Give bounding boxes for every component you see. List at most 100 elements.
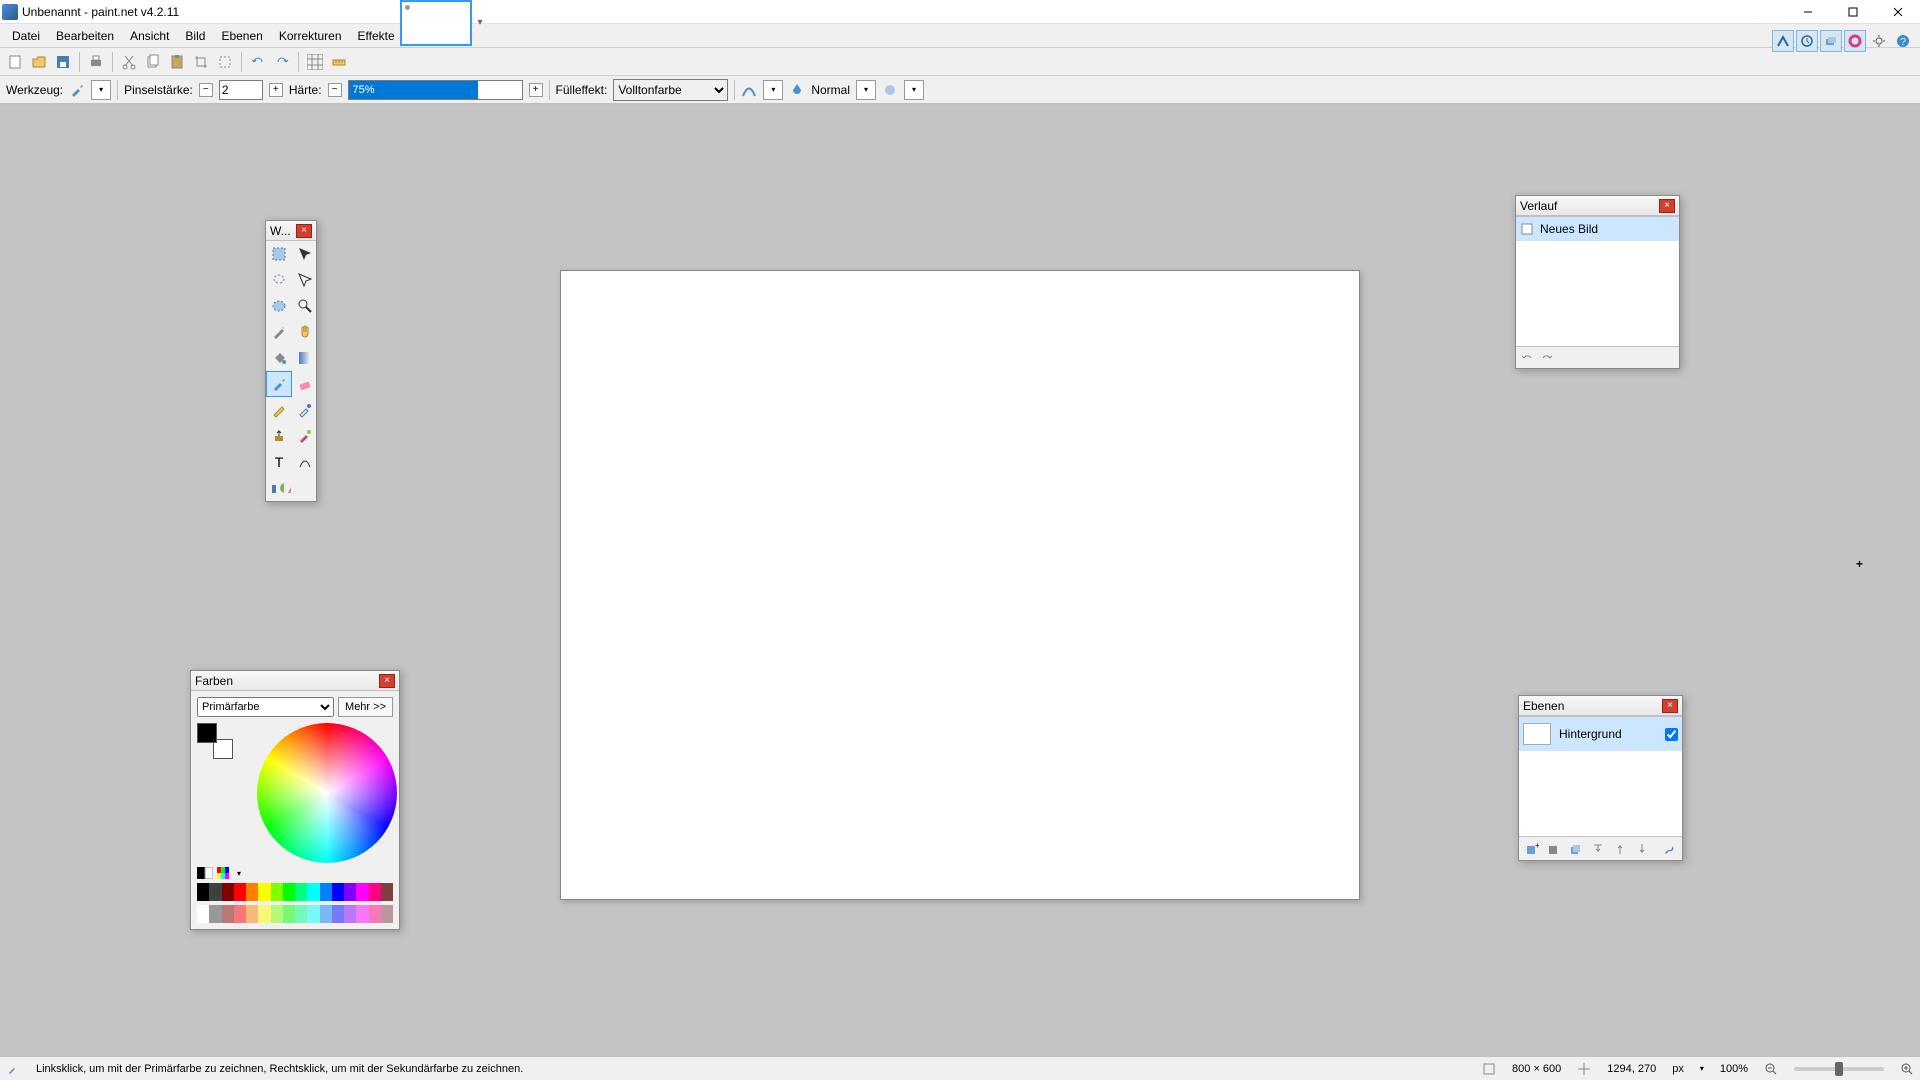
palette-color[interactable] [246, 905, 258, 923]
tool-paintbrush[interactable] [266, 371, 292, 397]
palette-color[interactable] [356, 883, 368, 901]
grid-button[interactable] [304, 51, 326, 73]
palette-color[interactable] [222, 883, 234, 901]
tool-rectangle-select[interactable] [266, 241, 292, 267]
palette-strip-2[interactable] [197, 905, 393, 923]
palette-color[interactable] [344, 883, 356, 901]
tool-recolor[interactable] [292, 423, 318, 449]
hardness-increase[interactable]: + [529, 83, 543, 97]
layer-properties-button[interactable] [1660, 840, 1678, 858]
menu-datei[interactable]: Datei [4, 26, 48, 46]
tool-color-picker[interactable] [292, 397, 318, 423]
palette-color[interactable] [271, 905, 283, 923]
antialias-dropdown[interactable]: ▾ [763, 80, 783, 100]
save-button[interactable] [52, 51, 74, 73]
close-button[interactable] [1875, 0, 1920, 24]
menu-korrekturen[interactable]: Korrekturen [271, 26, 350, 46]
tool-gradient[interactable] [292, 345, 318, 371]
overwrite-dropdown[interactable]: ▾ [904, 80, 924, 100]
palette-color[interactable] [258, 883, 270, 901]
tool-zoom[interactable] [292, 293, 318, 319]
toggle-history-panel[interactable] [1796, 30, 1818, 52]
reset-colors-button[interactable] [197, 867, 213, 879]
tool-magic-wand[interactable] [266, 319, 292, 345]
palette-color[interactable] [344, 905, 356, 923]
tool-pencil[interactable] [266, 397, 292, 423]
tool-move-pixels[interactable] [292, 267, 318, 293]
palette-color[interactable] [381, 883, 393, 901]
palette-color[interactable] [246, 883, 258, 901]
menu-bearbeiten[interactable]: Bearbeiten [48, 26, 122, 46]
layer-visibility-checkbox[interactable] [1665, 728, 1678, 741]
merge-down-button[interactable] [1589, 840, 1607, 858]
menu-ebenen[interactable]: Ebenen [213, 26, 270, 46]
brush-width-input[interactable] [219, 80, 263, 100]
document-list-dropdown[interactable]: ▾ [474, 0, 486, 44]
cut-button[interactable] [118, 51, 140, 73]
palette-color[interactable] [332, 883, 344, 901]
brush-width-decrease[interactable]: − [199, 83, 213, 97]
minimize-button[interactable] [1785, 0, 1830, 24]
palette-color[interactable] [197, 905, 209, 923]
palette-color[interactable] [271, 883, 283, 901]
zoom-in-button[interactable] [1900, 1062, 1914, 1076]
open-button[interactable] [28, 51, 50, 73]
tool-lasso-select[interactable] [266, 267, 292, 293]
menu-bild[interactable]: Bild [177, 26, 213, 46]
paste-button[interactable] [166, 51, 188, 73]
palette-color[interactable] [234, 905, 246, 923]
palette-color[interactable] [209, 905, 221, 923]
colors-panel-close[interactable]: × [379, 674, 395, 688]
tool-ellipse-select[interactable] [266, 293, 292, 319]
history-redo-button[interactable] [1540, 351, 1554, 365]
palette-color[interactable] [258, 905, 270, 923]
blend-dropdown[interactable]: ▾ [856, 80, 876, 100]
hardness-slider[interactable]: 75% [348, 80, 523, 100]
delete-layer-button[interactable] [1545, 840, 1563, 858]
tool-move-selection[interactable] [292, 241, 318, 267]
ruler-button[interactable] [328, 51, 350, 73]
palette-color[interactable] [283, 905, 295, 923]
maximize-button[interactable] [1830, 0, 1875, 24]
new-button[interactable] [4, 51, 26, 73]
duplicate-layer-button[interactable] [1567, 840, 1585, 858]
palette-color[interactable] [222, 905, 234, 923]
tool-paint-bucket[interactable] [266, 345, 292, 371]
menu-effekte[interactable]: Effekte [350, 26, 403, 46]
undo-button[interactable] [247, 51, 269, 73]
palette-color[interactable] [295, 883, 307, 901]
color-swatches[interactable] [197, 723, 233, 759]
settings-button[interactable] [1868, 30, 1890, 52]
palette-color[interactable] [369, 883, 381, 901]
color-wheel-picker[interactable] [325, 791, 333, 799]
tool-dropdown[interactable]: ▾ [91, 80, 111, 100]
redo-button[interactable] [271, 51, 293, 73]
colors-more-button[interactable]: Mehr >> [338, 697, 393, 717]
status-unit[interactable]: px [1672, 1063, 1684, 1075]
palette-color[interactable] [234, 883, 246, 901]
deselect-button[interactable] [214, 51, 236, 73]
move-layer-down-button[interactable] [1633, 840, 1651, 858]
palette-color[interactable] [369, 905, 381, 923]
palette-color[interactable] [320, 883, 332, 901]
fill-select[interactable]: Volltonfarbe [613, 79, 728, 101]
color-wheel[interactable] [257, 723, 397, 863]
palette-color[interactable] [307, 905, 319, 923]
palette-color[interactable] [209, 883, 221, 901]
toggle-layers-panel[interactable] [1820, 30, 1842, 52]
move-layer-up-button[interactable] [1611, 840, 1629, 858]
palette-color[interactable] [295, 905, 307, 923]
palette-color[interactable] [356, 905, 368, 923]
menu-ansicht[interactable]: Ansicht [122, 26, 177, 46]
primary-color-swatch[interactable] [197, 723, 217, 743]
document-thumbnail[interactable] [400, 0, 472, 46]
palette-color[interactable] [320, 905, 332, 923]
copy-button[interactable] [142, 51, 164, 73]
tool-line[interactable] [292, 449, 318, 475]
layer-row[interactable]: Hintergrund [1519, 717, 1682, 751]
history-item[interactable]: Neues Bild [1516, 217, 1679, 241]
palette-menu-button[interactable] [217, 867, 233, 879]
palette-color[interactable] [381, 905, 393, 923]
brush-width-increase[interactable]: + [269, 83, 283, 97]
palette-color[interactable] [307, 883, 319, 901]
